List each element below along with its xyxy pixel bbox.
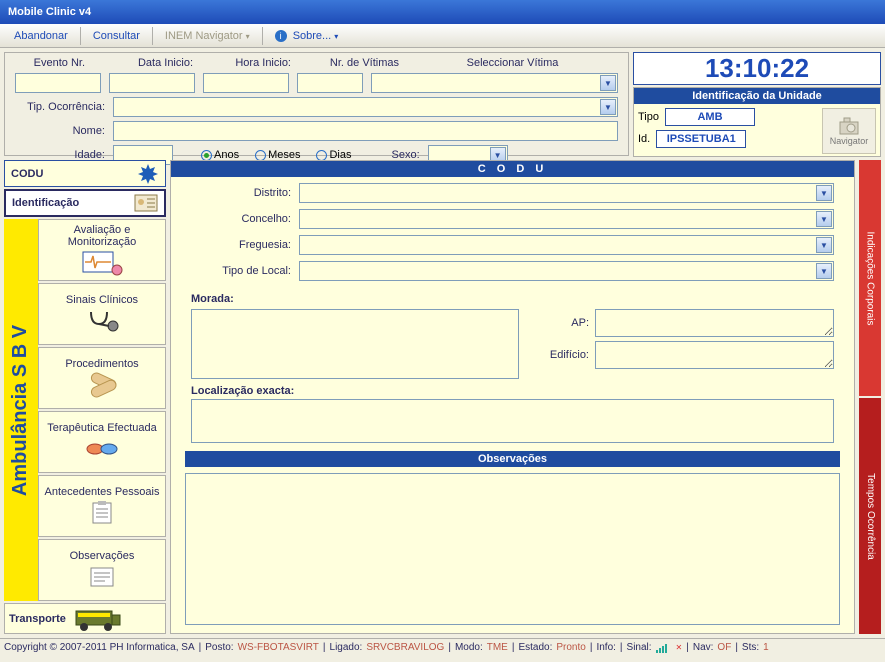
notes-icon [81, 564, 123, 590]
ambulance-icon [72, 605, 122, 633]
chevron-down-icon: ▼ [816, 237, 832, 253]
label-freguesia: Freguesia: [191, 239, 291, 251]
sidebar-procedimentos[interactable]: Procedimentos [38, 347, 166, 409]
chevron-down-icon: ▼ [600, 75, 616, 91]
window-title: Mobile Clinic v4 [8, 6, 91, 18]
sidebar-transporte[interactable]: Transporte [4, 603, 166, 634]
ambulance-strip: Ambulância S B V [4, 219, 38, 601]
id-card-icon [134, 194, 158, 212]
medical-star-icon [137, 163, 159, 185]
status-nav: OF [717, 642, 731, 653]
status-bar: Copyright © 2007-2011 PH Informatica, SA… [0, 638, 885, 656]
label-data-inicio: Data Inicio: [93, 57, 193, 69]
label-sel-vitima: Seleccionar Vítima [407, 57, 618, 69]
sidebar-identificacao[interactable]: Identificação [4, 189, 166, 217]
pills-icon [81, 436, 123, 462]
info-icon: i [275, 30, 287, 42]
morada-textarea[interactable] [191, 309, 519, 379]
tipo-local-dropdown[interactable]: ▼ [299, 261, 834, 281]
chevron-down-icon: ▼ [816, 185, 832, 201]
tab-tempos-ocorrencia[interactable]: Tempos Ocorrência [859, 398, 881, 634]
unit-box: Identificação da Unidade Tipo AMB Id. IP… [633, 87, 881, 157]
nome-input[interactable] [113, 121, 618, 141]
observacoes-textarea[interactable] [185, 473, 840, 625]
status-ligado: SRVCBRAVILOG [366, 642, 444, 653]
menu-bar: Abandonar Consultar INEM Navigator ▾ i S… [0, 24, 885, 48]
freguesia-dropdown[interactable]: ▼ [299, 235, 834, 255]
label-edificio: Edifício: [529, 349, 589, 361]
label-tipo: Tipo [638, 111, 659, 123]
header-fields: Evento Nr. Data Inicio: Hora Inicio: Nr.… [4, 52, 629, 156]
tip-ocorrencia-dropdown[interactable]: ▼ [113, 97, 618, 117]
label-ap: AP: [529, 317, 589, 329]
navigator-button[interactable]: Navigator [822, 108, 876, 154]
label-hora-inicio: Hora Inicio: [201, 57, 291, 69]
edificio-input[interactable] [595, 341, 834, 369]
chevron-down-icon: ▼ [600, 99, 616, 115]
status-estado: Pronto [556, 642, 585, 653]
menu-consultar[interactable]: Consultar [83, 27, 150, 45]
data-inicio-input[interactable] [109, 73, 195, 93]
status-posto: WS-FBOTASVIRT [238, 642, 319, 653]
label-evento-nr: Evento Nr. [15, 57, 85, 69]
evento-nr-input[interactable] [15, 73, 101, 93]
window-title-bar: Mobile Clinic v4 [0, 0, 885, 24]
label-tipo-local: Tipo de Local: [191, 265, 291, 277]
section-header-codu: C O D U [171, 161, 854, 177]
menu-inem-navigator[interactable]: INEM Navigator ▾ [155, 27, 260, 45]
ap-input[interactable] [595, 309, 834, 337]
main-content: C O D U Distrito: ▼ Concelho: ▼ Freguesi… [170, 160, 855, 634]
clipboard-icon [81, 500, 123, 526]
concelho-dropdown[interactable]: ▼ [299, 209, 834, 229]
tab-indicacoes-corporais[interactable]: Indicações Corporais [859, 160, 881, 396]
label-nome: Nome: [15, 125, 105, 137]
sidebar-sinais[interactable]: Sinais Clínicos [38, 283, 166, 345]
radio-icon [316, 150, 327, 161]
status-modo: TME [487, 642, 508, 653]
status-sts: 1 [763, 642, 769, 653]
chevron-down-icon: ▼ [816, 263, 832, 279]
section-header-obs: Observações [185, 451, 840, 467]
camera-icon [837, 116, 861, 136]
sel-vitima-dropdown[interactable]: ▼ [371, 73, 618, 93]
id-value: IPSSETUBA1 [656, 130, 746, 148]
clock: 13:10:22 [633, 52, 881, 85]
label-localizacao: Localização exacta: [191, 385, 294, 397]
localizacao-textarea[interactable] [191, 399, 834, 443]
sidebar-terapeutica[interactable]: Terapêutica Efectuada [38, 411, 166, 473]
menu-abandonar[interactable]: Abandonar [4, 27, 78, 45]
stethoscope-icon [81, 308, 123, 334]
menu-sobre[interactable]: i Sobre... ▾ [265, 27, 349, 45]
nr-vitimas-input[interactable] [297, 73, 363, 93]
monitor-icon [81, 250, 123, 276]
sidebar-observacoes[interactable]: Observações [38, 539, 166, 601]
signal-icon [656, 643, 672, 653]
label-concelho: Concelho: [191, 213, 291, 225]
chevron-down-icon: ▼ [816, 211, 832, 227]
unit-title: Identificação da Unidade [634, 88, 880, 104]
tipo-value: AMB [665, 108, 755, 126]
label-distrito: Distrito: [191, 187, 291, 199]
distrito-dropdown[interactable]: ▼ [299, 183, 834, 203]
radio-icon [255, 150, 266, 161]
label-id: Id. [638, 133, 650, 145]
label-morada: Morada: [191, 293, 234, 305]
radio-icon [201, 150, 212, 161]
sidebar-antecedentes[interactable]: Antecedentes Pessoais [38, 475, 166, 537]
sidebar-codu[interactable]: CODU [4, 160, 166, 187]
label-nr-vitimas: Nr. de Vítimas [299, 57, 399, 69]
status-copyright: Copyright © 2007-2011 PH Informatica, SA [4, 642, 195, 653]
bandage-icon [81, 372, 123, 398]
sidebar-avaliacao[interactable]: Avaliação e Monitorização [38, 219, 166, 281]
label-tip-ocorrencia: Tip. Ocorrência: [15, 101, 105, 113]
hora-inicio-input[interactable] [203, 73, 289, 93]
